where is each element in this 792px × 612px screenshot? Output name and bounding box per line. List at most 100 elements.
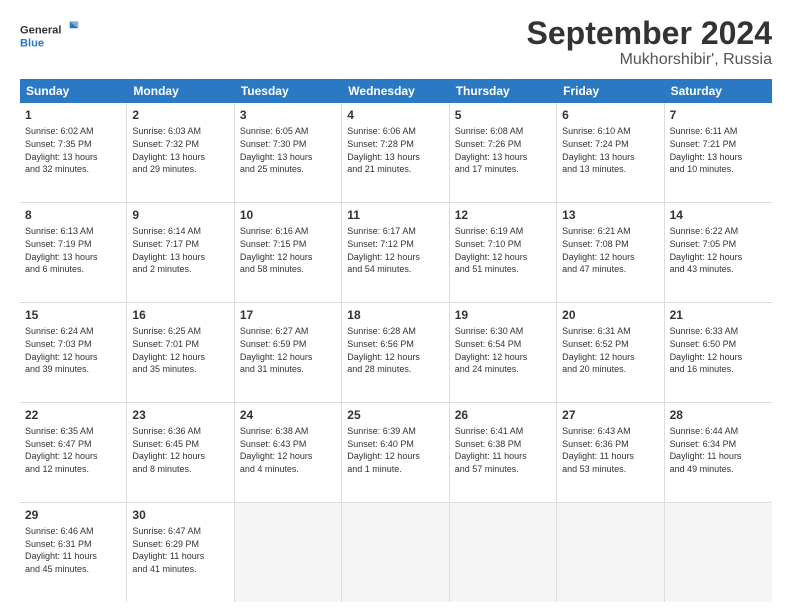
empty-cell — [342, 503, 449, 602]
day-number: 10 — [240, 207, 336, 223]
day-info: Sunrise: 6:41 AMSunset: 6:38 PMDaylight:… — [455, 425, 551, 475]
day-info: Sunrise: 6:33 AMSunset: 6:50 PMDaylight:… — [670, 325, 767, 375]
day-info: Sunrise: 6:11 AMSunset: 7:21 PMDaylight:… — [670, 125, 767, 175]
header-day-friday: Friday — [557, 79, 664, 103]
day-info: Sunrise: 6:44 AMSunset: 6:34 PMDaylight:… — [670, 425, 767, 475]
day-cell-26: 26 Sunrise: 6:41 AMSunset: 6:38 PMDayligh… — [450, 403, 557, 502]
day-cell-13: 13 Sunrise: 6:21 AMSunset: 7:08 PMDayligh… — [557, 203, 664, 302]
day-info: Sunrise: 6:35 AMSunset: 6:47 PMDaylight:… — [25, 425, 121, 475]
day-cell-11: 11 Sunrise: 6:17 AMSunset: 7:12 PMDayligh… — [342, 203, 449, 302]
day-number: 1 — [25, 107, 121, 123]
day-info: Sunrise: 6:38 AMSunset: 6:43 PMDaylight:… — [240, 425, 336, 475]
logo: General Blue — [20, 16, 80, 56]
day-number: 7 — [670, 107, 767, 123]
month-title: September 2024 — [527, 16, 772, 51]
day-number: 26 — [455, 407, 551, 423]
day-info: Sunrise: 6:17 AMSunset: 7:12 PMDaylight:… — [347, 225, 443, 275]
day-number: 29 — [25, 507, 121, 523]
day-number: 17 — [240, 307, 336, 323]
day-number: 22 — [25, 407, 121, 423]
day-number: 3 — [240, 107, 336, 123]
day-info: Sunrise: 6:19 AMSunset: 7:10 PMDaylight:… — [455, 225, 551, 275]
svg-text:Blue: Blue — [20, 37, 44, 49]
day-number: 2 — [132, 107, 228, 123]
day-info: Sunrise: 6:16 AMSunset: 7:15 PMDaylight:… — [240, 225, 336, 275]
day-number: 9 — [132, 207, 228, 223]
calendar-row-2: 8Sunrise: 6:13 AMSunset: 7:19 PMDaylight… — [20, 203, 772, 303]
day-cell-3: 3Sunrise: 6:05 AMSunset: 7:30 PMDaylight… — [235, 103, 342, 202]
day-cell-6: 6 Sunrise: 6:10 AMSunset: 7:24 PMDaylight… — [557, 103, 664, 202]
empty-cell — [235, 503, 342, 602]
calendar-row-5: 29Sunrise: 6:46 AMSunset: 6:31 PMDayligh… — [20, 503, 772, 602]
day-info: Sunrise: 6:43 AMSunset: 6:36 PMDaylight:… — [562, 425, 658, 475]
day-number: 11 — [347, 207, 443, 223]
header-day-wednesday: Wednesday — [342, 79, 449, 103]
day-number: 18 — [347, 307, 443, 323]
day-number: 24 — [240, 407, 336, 423]
calendar-row-3: 15Sunrise: 6:24 AMSunset: 7:03 PMDayligh… — [20, 303, 772, 403]
day-number: 4 — [347, 107, 443, 123]
day-cell-8: 8Sunrise: 6:13 AMSunset: 7:19 PMDaylight… — [20, 203, 127, 302]
day-cell-27: 27Sunrise: 6:43 AMSunset: 6:36 PMDayligh… — [557, 403, 664, 502]
calendar-header: SundayMondayTuesdayWednesdayThursdayFrid… — [20, 79, 772, 103]
day-cell-22: 22 Sunrise: 6:35 AMSunset: 6:47 PMDayligh… — [20, 403, 127, 502]
day-info: Sunrise: 6:28 AMSunset: 6:56 PMDaylight:… — [347, 325, 443, 375]
day-info: Sunrise: 6:10 AMSunset: 7:24 PMDaylight:… — [562, 125, 658, 175]
day-cell-21: 21 Sunrise: 6:33 AMSunset: 6:50 PMDayligh… — [665, 303, 772, 402]
day-info: Sunrise: 6:06 AMSunset: 7:28 PMDaylight:… — [347, 125, 443, 175]
location: Mukhorshibir', Russia — [527, 51, 772, 69]
day-number: 28 — [670, 407, 767, 423]
day-number: 6 — [562, 107, 658, 123]
day-cell-29: 29Sunrise: 6:46 AMSunset: 6:31 PMDayligh… — [20, 503, 127, 602]
day-cell-10: 10 Sunrise: 6:16 AMSunset: 7:15 PMDayligh… — [235, 203, 342, 302]
day-info: Sunrise: 6:21 AMSunset: 7:08 PMDaylight:… — [562, 225, 658, 275]
day-info: Sunrise: 6:03 AMSunset: 7:32 PMDaylight:… — [132, 125, 228, 175]
day-info: Sunrise: 6:31 AMSunset: 6:52 PMDaylight:… — [562, 325, 658, 375]
day-info: Sunrise: 6:39 AMSunset: 6:40 PMDaylight:… — [347, 425, 443, 475]
svg-text:General: General — [20, 24, 61, 36]
calendar: SundayMondayTuesdayWednesdayThursdayFrid… — [20, 79, 772, 602]
day-info: Sunrise: 6:30 AMSunset: 6:54 PMDaylight:… — [455, 325, 551, 375]
day-number: 20 — [562, 307, 658, 323]
day-cell-7: 7 Sunrise: 6:11 AMSunset: 7:21 PMDaylight… — [665, 103, 772, 202]
page: General Blue September 2024 Mukhorshibir… — [0, 0, 792, 612]
day-cell-17: 17 Sunrise: 6:27 AMSunset: 6:59 PMDayligh… — [235, 303, 342, 402]
header-day-monday: Monday — [127, 79, 234, 103]
day-number: 30 — [132, 507, 228, 523]
day-cell-15: 15Sunrise: 6:24 AMSunset: 7:03 PMDayligh… — [20, 303, 127, 402]
day-info: Sunrise: 6:02 AMSunset: 7:35 PMDaylight:… — [25, 125, 121, 175]
day-cell-5: 5Sunrise: 6:08 AMSunset: 7:26 PMDaylight… — [450, 103, 557, 202]
day-cell-19: 19 Sunrise: 6:30 AMSunset: 6:54 PMDayligh… — [450, 303, 557, 402]
day-info: Sunrise: 6:14 AMSunset: 7:17 PMDaylight:… — [132, 225, 228, 275]
day-cell-9: 9 Sunrise: 6:14 AMSunset: 7:17 PMDaylight… — [127, 203, 234, 302]
day-cell-28: 28 Sunrise: 6:44 AMSunset: 6:34 PMDayligh… — [665, 403, 772, 502]
day-number: 8 — [25, 207, 121, 223]
day-number: 13 — [562, 207, 658, 223]
day-cell-16: 16Sunrise: 6:25 AMSunset: 7:01 PMDayligh… — [127, 303, 234, 402]
day-info: Sunrise: 6:47 AMSunset: 6:29 PMDaylight:… — [132, 525, 228, 575]
day-cell-24: 24 Sunrise: 6:38 AMSunset: 6:43 PMDayligh… — [235, 403, 342, 502]
header: General Blue September 2024 Mukhorshibir… — [20, 16, 772, 69]
day-info: Sunrise: 6:24 AMSunset: 7:03 PMDaylight:… — [25, 325, 121, 375]
calendar-row-1: 1 Sunrise: 6:02 AMSunset: 7:35 PMDaylight… — [20, 103, 772, 203]
day-number: 5 — [455, 107, 551, 123]
calendar-row-4: 22 Sunrise: 6:35 AMSunset: 6:47 PMDayligh… — [20, 403, 772, 503]
day-cell-4: 4 Sunrise: 6:06 AMSunset: 7:28 PMDaylight… — [342, 103, 449, 202]
header-day-tuesday: Tuesday — [235, 79, 342, 103]
day-number: 16 — [132, 307, 228, 323]
day-number: 21 — [670, 307, 767, 323]
title-block: September 2024 Mukhorshibir', Russia — [527, 16, 772, 69]
empty-cell — [665, 503, 772, 602]
empty-cell — [450, 503, 557, 602]
day-cell-2: 2 Sunrise: 6:03 AMSunset: 7:32 PMDaylight… — [127, 103, 234, 202]
day-number: 23 — [132, 407, 228, 423]
day-cell-30: 30 Sunrise: 6:47 AMSunset: 6:29 PMDayligh… — [127, 503, 234, 602]
header-day-saturday: Saturday — [665, 79, 772, 103]
day-info: Sunrise: 6:27 AMSunset: 6:59 PMDaylight:… — [240, 325, 336, 375]
day-number: 12 — [455, 207, 551, 223]
day-number: 19 — [455, 307, 551, 323]
empty-cell — [557, 503, 664, 602]
day-cell-1: 1 Sunrise: 6:02 AMSunset: 7:35 PMDaylight… — [20, 103, 127, 202]
day-number: 25 — [347, 407, 443, 423]
day-cell-18: 18 Sunrise: 6:28 AMSunset: 6:56 PMDayligh… — [342, 303, 449, 402]
